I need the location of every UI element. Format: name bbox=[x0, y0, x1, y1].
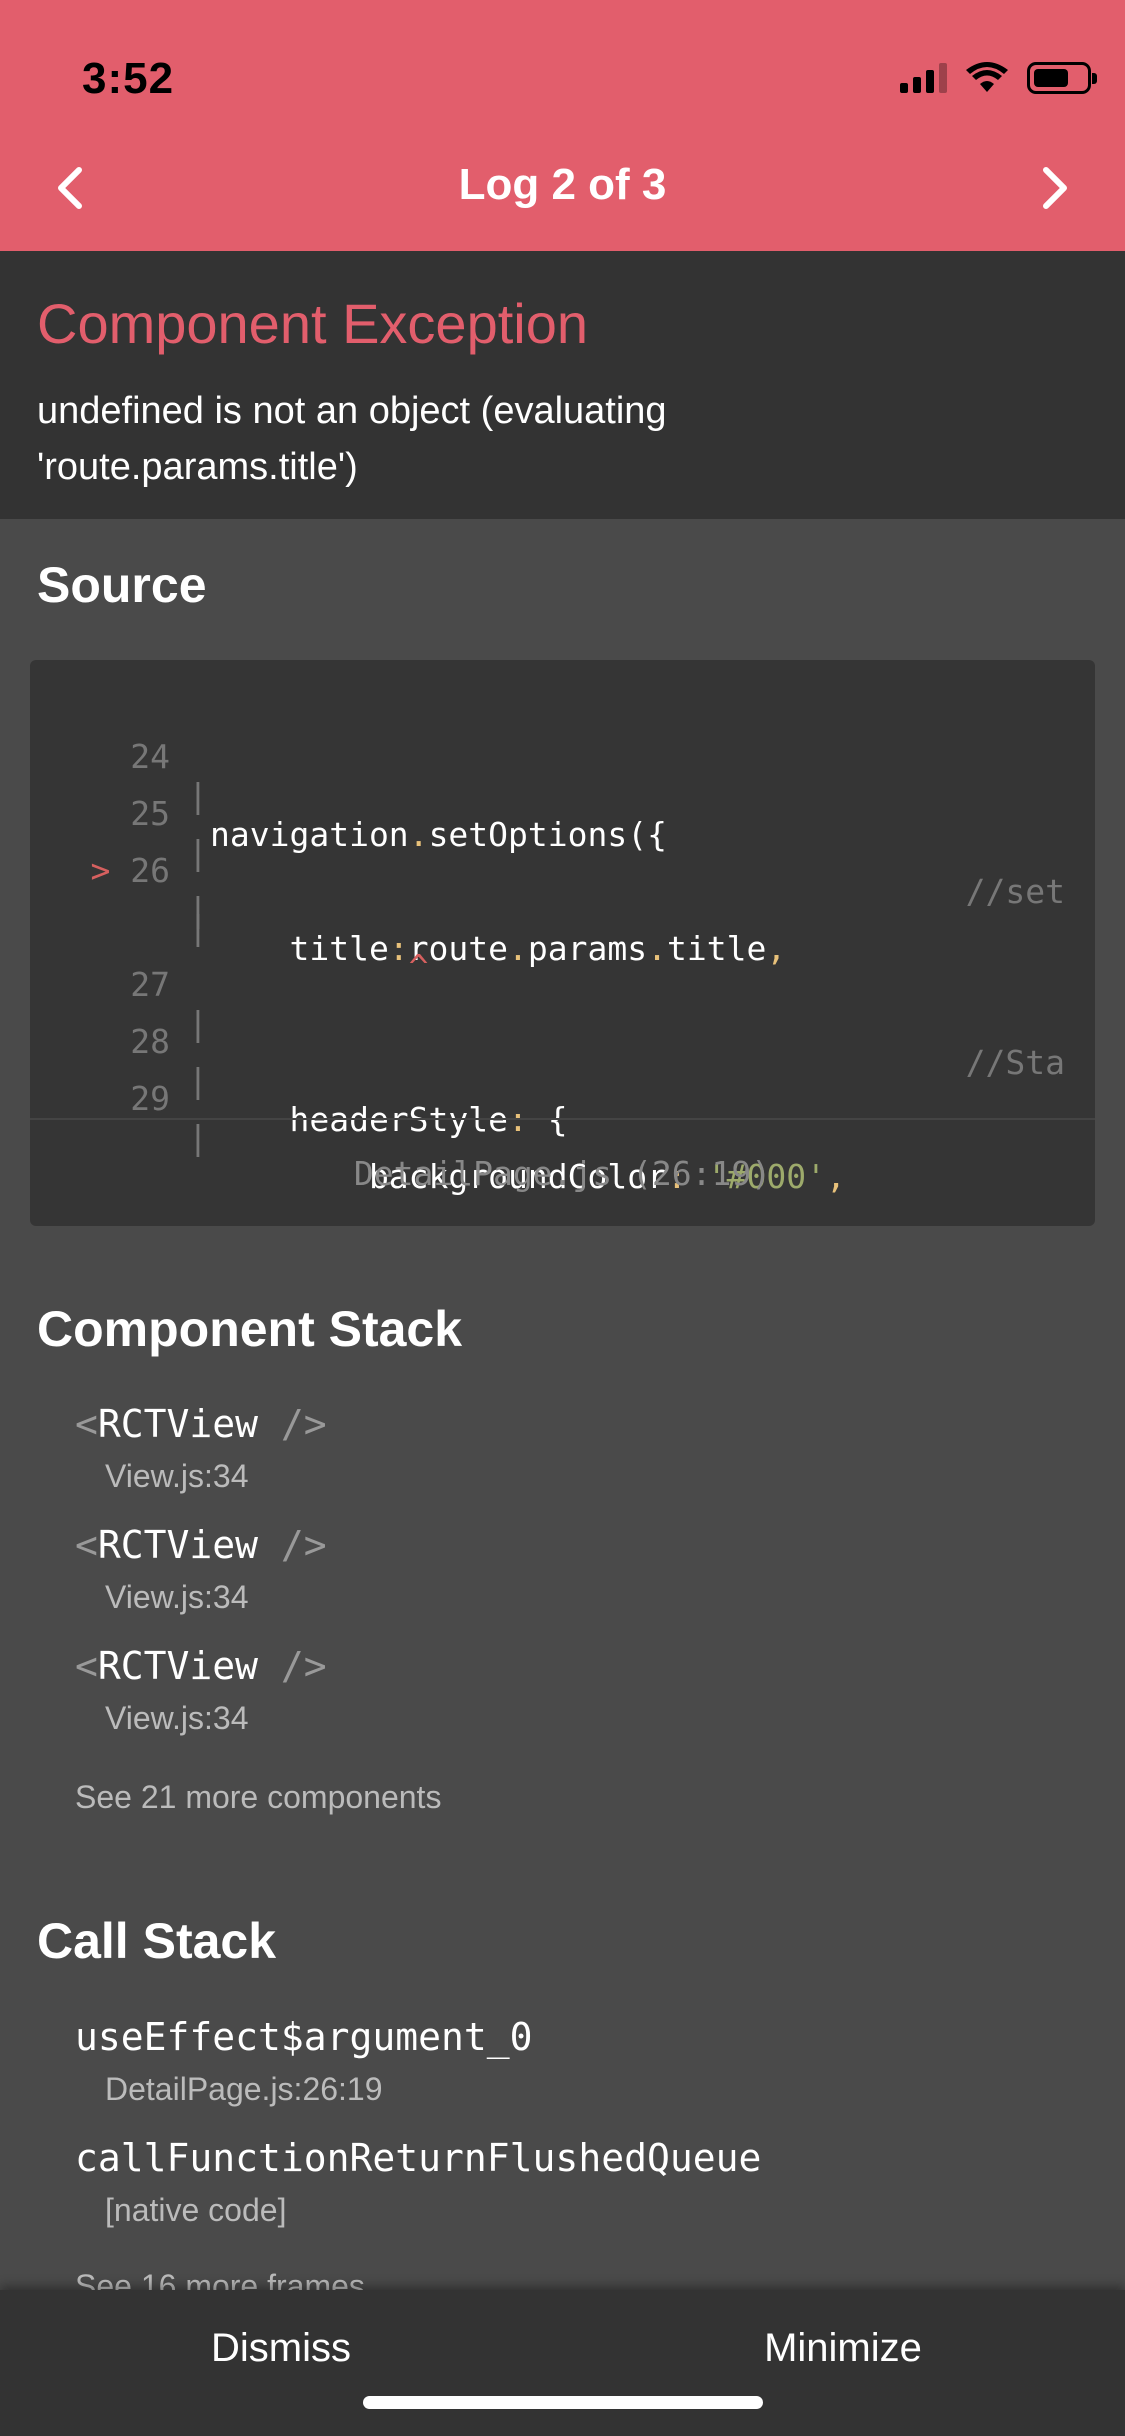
component-frame[interactable]: <RCTView /> bbox=[75, 1523, 327, 1567]
dismiss-button[interactable]: Dismiss bbox=[0, 2326, 562, 2371]
code-line-error: > 26 | title:route.params.title, bbox=[30, 812, 1095, 968]
code-lines: 24 | navigation.setOptions({ 25 | //set … bbox=[30, 698, 1095, 1196]
component-frame-location: View.js:34 bbox=[105, 1579, 249, 1615]
source-code-frame[interactable]: 24 | navigation.setOptions({ 25 | //set … bbox=[30, 660, 1095, 1226]
log-counter-title: Log 2 of 3 bbox=[458, 160, 667, 209]
call-stack-frame-location: DetailPage.js:26:19 bbox=[105, 2071, 383, 2107]
code-line: 28 | headerStyle: { bbox=[30, 983, 1095, 1139]
exception-title: Component Exception bbox=[37, 292, 589, 355]
code-line: | ^ bbox=[30, 869, 1095, 986]
call-stack-frame[interactable]: callFunctionReturnFlushedQueue bbox=[75, 2136, 761, 2180]
line-number: 29 bbox=[130, 1079, 170, 1118]
wifi-icon bbox=[966, 62, 1008, 92]
component-frame[interactable]: <RCTView /> bbox=[75, 1644, 327, 1688]
status-time: 3:52 bbox=[82, 54, 175, 103]
call-stack-frame-location: [native code] bbox=[105, 2192, 287, 2228]
call-stack-frame[interactable]: useEffect$argument_0 bbox=[75, 2015, 533, 2059]
component-frame[interactable]: <RCTView /> bbox=[75, 1402, 327, 1446]
chevron-right-icon bbox=[1043, 167, 1067, 209]
exception-message: undefined is not an object (evaluating '… bbox=[37, 390, 667, 488]
component-stack-heading: Component Stack bbox=[37, 1301, 463, 1357]
home-indicator[interactable] bbox=[363, 2396, 763, 2409]
status-icons bbox=[900, 62, 1097, 94]
next-log-button[interactable] bbox=[1025, 158, 1085, 218]
battery-icon bbox=[1027, 62, 1097, 94]
code-line: 24 | navigation.setOptions({ bbox=[30, 698, 1095, 854]
bottom-action-bar: Dismiss Minimize bbox=[0, 2290, 1125, 2436]
call-stack-heading: Call Stack bbox=[37, 1913, 277, 1969]
cellular-signal-icon bbox=[900, 63, 947, 93]
log-header: 3:52 Log 2 of 3 bbox=[0, 0, 1125, 251]
component-frame-location: View.js:34 bbox=[105, 1700, 249, 1736]
code-line: 25 | //set bbox=[30, 755, 1095, 911]
exception-panel: Component Exception undefined is not an … bbox=[0, 251, 1125, 519]
minimize-button[interactable]: Minimize bbox=[562, 2326, 1124, 2371]
component-frame-location: View.js:34 bbox=[105, 1458, 249, 1494]
source-file-location: DetailPage.js (26:19) bbox=[30, 1118, 1095, 1226]
code-line: 29 | backgroundColor: '#000', bbox=[30, 1040, 1095, 1196]
see-more-components-link[interactable]: See 21 more components bbox=[75, 1779, 441, 1816]
code-line: 27 | //Sta bbox=[30, 926, 1095, 1082]
source-heading: Source bbox=[37, 557, 207, 613]
